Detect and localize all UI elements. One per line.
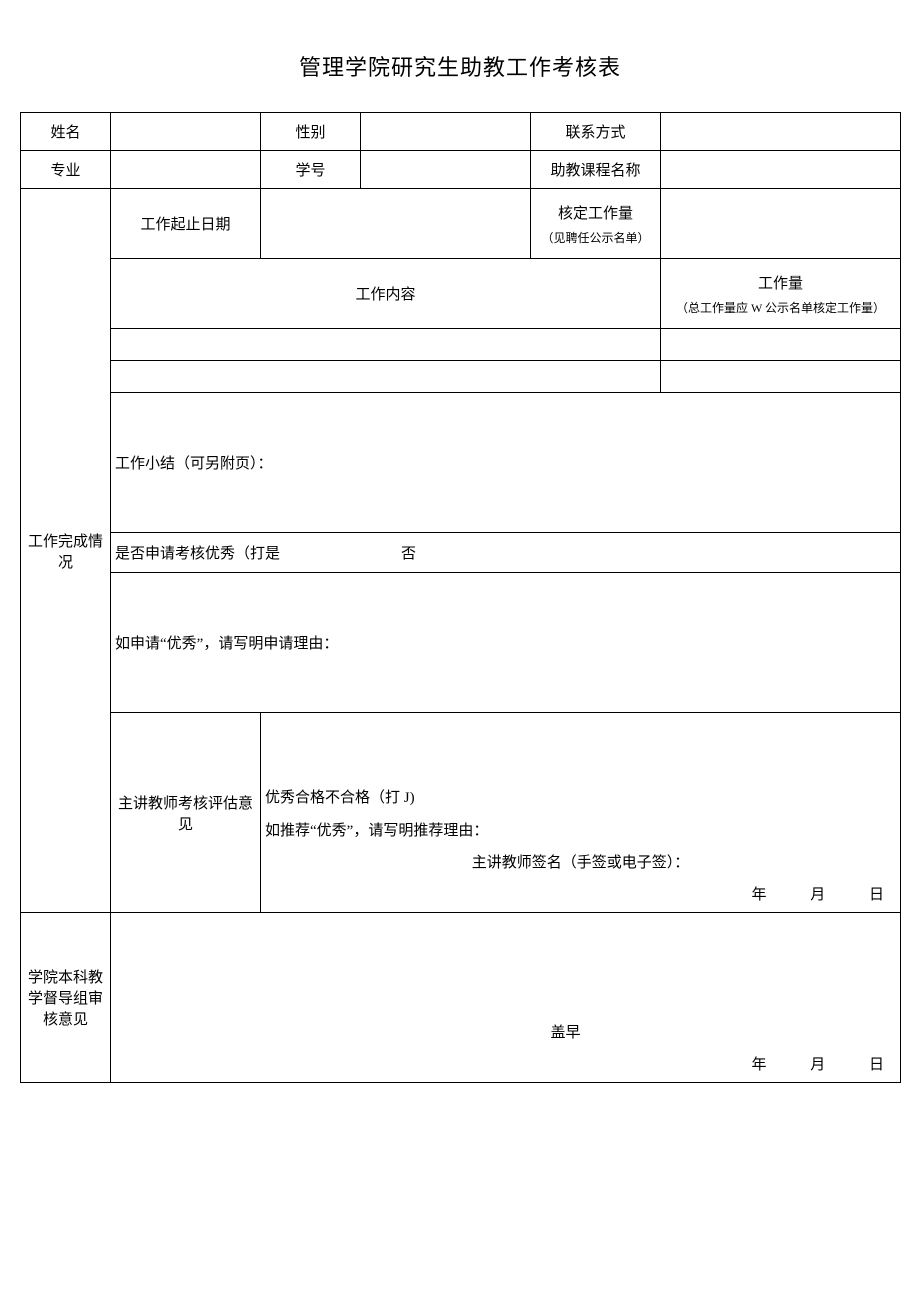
college-opinion-cell[interactable]: 盖早 年 月 日 [111, 913, 901, 1083]
value-name[interactable] [111, 113, 261, 151]
teacher-date-line: 年 月 日 [261, 883, 900, 904]
page: 管理学院研究生助教工作考核表 姓名 性别 联系方式 专业 学号 助教课程名称 [20, 50, 900, 1083]
label-workload: 工作量 （总工作量应 W 公示名单核定工作量） [661, 259, 901, 329]
apply-excellent-cell[interactable]: 是否申请考核优秀（打是 否 [111, 533, 901, 573]
label-name: 姓名 [21, 113, 111, 151]
label-major: 专业 [21, 151, 111, 189]
workload-row-1[interactable] [661, 329, 901, 361]
workload-row-2[interactable] [661, 361, 901, 393]
label-completion: 工作完成情况 [21, 189, 111, 913]
workcontent-row-2[interactable] [111, 361, 661, 393]
label-workperiod: 工作起止日期 [111, 189, 261, 259]
label-coursename: 助教课程名称 [531, 151, 661, 189]
label-contact: 联系方式 [531, 113, 661, 151]
label-college-opinion: 学院本科教学督导组审核意见 [21, 913, 111, 1083]
work-summary-cell[interactable]: 工作小结（可另附页）： [111, 393, 901, 533]
label-studentid: 学号 [261, 151, 361, 189]
label-workcontent: 工作内容 [111, 259, 661, 329]
form-title: 管理学院研究生助教工作考核表 [20, 50, 900, 82]
label-approved-workload: 核定工作量 （见聘任公示名单） [531, 189, 661, 259]
label-teacher-opinion: 主讲教师考核评估意见 [111, 713, 261, 913]
workcontent-row-1[interactable] [111, 329, 661, 361]
form-table: 姓名 性别 联系方式 专业 学号 助教课程名称 工作完成情况 工作起止日期 [20, 112, 901, 1083]
label-gender: 性别 [261, 113, 361, 151]
value-studentid[interactable] [361, 151, 531, 189]
value-contact[interactable] [661, 113, 901, 151]
value-coursename[interactable] [661, 151, 901, 189]
teacher-opinion-cell[interactable]: 优秀合格不合格（打 J) 如推荐“优秀”，请写明推荐理由： 主讲教师签名（手签或… [261, 713, 901, 913]
value-approved-workload[interactable] [661, 189, 901, 259]
apply-reason-cell[interactable]: 如申请“优秀”，请写明申请理由： [111, 573, 901, 713]
value-workperiod[interactable] [261, 189, 531, 259]
value-gender[interactable] [361, 113, 531, 151]
value-major[interactable] [111, 151, 261, 189]
college-date-line: 年 月 日 [111, 1053, 900, 1074]
teacher-sign-line: 主讲教师签名（手签或电子签）： [261, 851, 900, 872]
seal-line: 盖早 [111, 1021, 900, 1042]
